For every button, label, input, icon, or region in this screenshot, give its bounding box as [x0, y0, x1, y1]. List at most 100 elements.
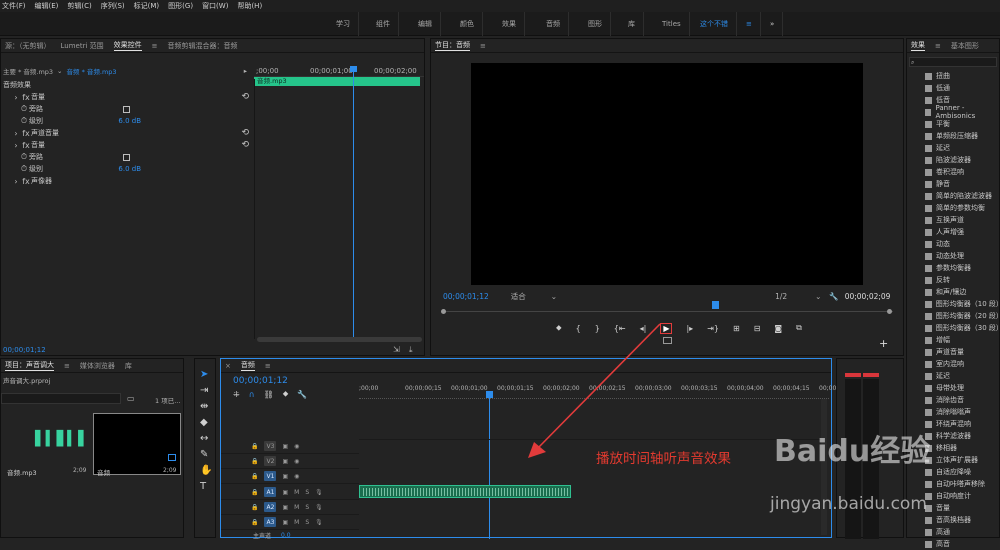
scrubber-track[interactable] — [441, 311, 893, 312]
mini-ruler[interactable]: ;00;00 00;00;01;00 00;00;02;00 — [254, 65, 424, 77]
menu-item[interactable]: 文件(F) — [2, 1, 26, 11]
level-value[interactable]: 6.0 dB — [118, 165, 141, 173]
workspace-tab[interactable]: Titles — [654, 12, 690, 36]
menu-item[interactable]: 剪辑(C) — [67, 1, 91, 11]
solo-button[interactable]: S — [305, 504, 309, 511]
linked-icon[interactable]: ⛓ — [264, 390, 274, 399]
workspace-tab[interactable]: 编辑 — [410, 12, 441, 36]
snap-icon[interactable]: ∩ — [249, 390, 255, 399]
stopwatch-icon[interactable]: ⏱ — [19, 164, 29, 174]
chevron-down-icon[interactable]: ⌄ — [551, 292, 557, 301]
workspace-tab[interactable]: 颜色 — [452, 12, 483, 36]
menu-item[interactable]: 标记(M) — [134, 1, 160, 11]
effect-row[interactable]: › fx 声道音量 ⟲ — [1, 127, 253, 139]
folder-icon[interactable]: ▭ — [127, 394, 135, 403]
track-header[interactable]: 🔒 A1 ▣ M S 🎙 — [221, 485, 359, 500]
panel-tab[interactable]: 效果控件 — [113, 40, 142, 51]
panel-tab[interactable]: 源：（无剪辑） — [5, 41, 51, 51]
reset-icon[interactable]: ⟲ — [241, 92, 249, 102]
bypass-checkbox[interactable] — [123, 105, 130, 113]
track-target-button[interactable]: A3 — [264, 517, 277, 527]
zoom-scrollbar[interactable] — [257, 337, 422, 342]
type-tool-icon[interactable]: T — [200, 481, 212, 492]
stopwatch-icon[interactable]: ⏱ — [19, 152, 29, 162]
workspace-tab[interactable]: 音频 — [538, 12, 569, 36]
sync-lock-icon[interactable]: ▣ — [282, 473, 288, 480]
effect-item[interactable]: 延迟 — [907, 370, 1000, 382]
effects-tab[interactable]: 效果 — [911, 40, 925, 51]
nest-icon[interactable]: ⁜ — [233, 390, 240, 399]
effect-item[interactable]: 增幅 — [907, 334, 1000, 346]
filter-icon[interactable]: ⤓ — [409, 345, 413, 355]
effect-item[interactable]: 单频段压缩器 — [907, 130, 1000, 142]
wrench-icon[interactable]: 🔧 — [829, 292, 838, 301]
play-only-audio-icon[interactable]: ▸ — [244, 67, 251, 75]
panel-tab[interactable]: ≡ — [152, 42, 158, 50]
effect-item[interactable]: 互换声道 — [907, 214, 1000, 226]
workspace-tab[interactable]: 学习 — [328, 12, 359, 36]
clip-bar[interactable]: 音频.mp3 — [254, 77, 420, 86]
effect-item[interactable]: 自动咔嗒声移除 — [907, 478, 1000, 490]
effect-row[interactable]: › fx 声像器 — [1, 175, 253, 187]
close-icon[interactable]: × — [225, 362, 231, 370]
eye-icon[interactable]: ◉ — [294, 443, 299, 450]
workspace-tab[interactable]: » — [762, 12, 784, 36]
effect-item[interactable]: 陷波滤波器 — [907, 154, 1000, 166]
effect-item[interactable]: 动态 — [907, 238, 1000, 250]
sync-lock-icon[interactable]: ▣ — [282, 519, 288, 526]
track-target-button[interactable]: V1 — [264, 471, 277, 481]
audio-clip[interactable] — [359, 485, 571, 498]
workspace-tab[interactable]: 效果 — [494, 12, 525, 36]
track-target-button[interactable]: A1 — [264, 487, 277, 497]
lock-icon[interactable]: 🔒 — [251, 519, 258, 526]
project-tab[interactable]: 项目：声音调大 — [5, 360, 54, 371]
expand-arrow-icon[interactable]: › — [11, 92, 21, 102]
menu-icon[interactable]: ≡ — [265, 362, 271, 370]
panel-tab[interactable]: 音频剪辑混合器：音频 — [168, 41, 238, 51]
insert-icon[interactable]: ⊞ — [733, 324, 740, 333]
workspace-tab[interactable]: 组件 — [368, 12, 399, 36]
expand-arrow-icon[interactable]: › — [11, 128, 21, 138]
menu-icon[interactable]: ≡ — [480, 42, 486, 50]
effect-item[interactable]: 高音 — [907, 538, 1000, 550]
track-header[interactable]: 🔒 V3 ▣ ◉ — [221, 439, 359, 454]
effect-item[interactable]: 和声/镶边 — [907, 286, 1000, 298]
effect-item[interactable]: 图形均衡器（20 段） — [907, 310, 1000, 322]
stopwatch-icon[interactable]: ⏱ — [19, 104, 29, 114]
camera-icon[interactable]: ◙ — [774, 324, 782, 333]
export-icon[interactable]: ⇲ — [393, 345, 400, 354]
track-header[interactable]: 🔒 A2 ▣ M S 🎙 — [221, 500, 359, 515]
clip-indicator-left[interactable] — [845, 373, 861, 377]
mute-button[interactable]: M — [294, 489, 299, 496]
stopwatch-icon[interactable]: ⏱ — [19, 116, 29, 126]
solo-button[interactable]: S — [305, 519, 309, 526]
menu-item[interactable]: 编辑(E) — [35, 1, 59, 11]
scrubber-end-handle[interactable] — [887, 309, 892, 314]
effect-row[interactable]: ⏱ 旁路 — [1, 151, 253, 163]
timeline-tab[interactable]: 音频 — [240, 360, 255, 371]
project-tab[interactable]: ≡ — [64, 362, 70, 370]
effect-item[interactable]: 简单的参数均衡 — [907, 202, 1000, 214]
expand-arrow-icon[interactable]: › — [11, 176, 21, 186]
lock-icon[interactable]: 🔒 — [251, 443, 258, 450]
level-value[interactable]: 6.0 dB — [118, 117, 141, 125]
effect-item[interactable]: 高通 — [907, 526, 1000, 538]
selection-tool-icon[interactable]: ➤ — [200, 369, 212, 380]
mic-icon[interactable]: 🎙 — [315, 489, 323, 496]
mic-icon[interactable]: 🎙 — [315, 519, 323, 526]
mic-icon[interactable]: 🎙 — [315, 504, 323, 511]
effect-item[interactable]: 动态处理 — [907, 250, 1000, 262]
effect-row[interactable]: ⏱ 旁路 — [1, 103, 253, 115]
effect-item[interactable]: 低通 — [907, 82, 1000, 94]
eye-icon[interactable]: ◉ — [294, 473, 299, 480]
add-button[interactable]: + — [879, 337, 888, 350]
track-target-button[interactable]: V3 — [264, 441, 277, 451]
scrubber-playhead[interactable] — [712, 301, 719, 309]
effect-item[interactable]: 反转 — [907, 274, 1000, 286]
effect-item[interactable]: 简单的陷波滤波器 — [907, 190, 1000, 202]
project-tab[interactable]: 媒体浏览器 — [80, 361, 115, 371]
workspace-tab[interactable]: 图形 — [580, 12, 611, 36]
program-tab-title[interactable]: 节目：音频 — [435, 40, 470, 51]
track-header[interactable]: 🔒 V1 ▣ ◉ — [221, 469, 359, 484]
effect-row[interactable]: › fx 音量 ⟲ — [1, 139, 253, 151]
